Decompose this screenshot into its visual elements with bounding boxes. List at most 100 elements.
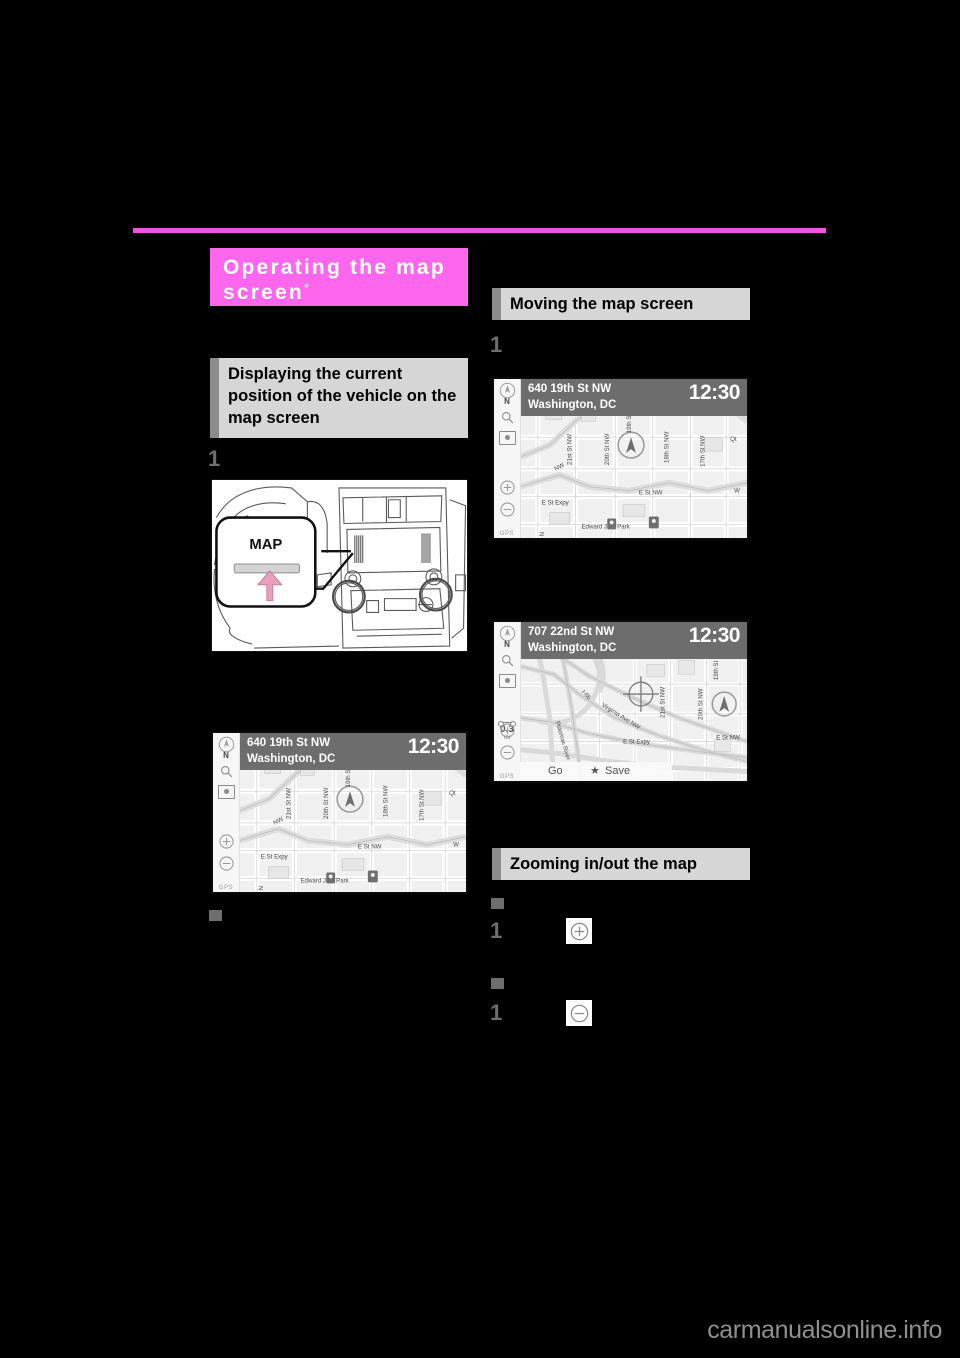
svg-text:MAP: MAP <box>249 537 282 553</box>
svg-text:E St Expy: E St Expy <box>261 854 289 861</box>
map-clock: 12:30 <box>688 624 741 647</box>
search-icon[interactable] <box>213 765 239 781</box>
svg-text:20th St NW: 20th St NW <box>323 787 330 819</box>
step-text-zoom-in-post <box>594 918 750 940</box>
section-heading-text: Zooming in/out the map <box>510 855 697 873</box>
map-header-bar: 707 22nd St NW Washington, DC 12:30 <box>520 622 747 659</box>
search-icon[interactable] <box>494 411 520 427</box>
svg-text:21st St NW: 21st St NW <box>567 434 574 465</box>
map-clock: 12:30 <box>407 735 460 758</box>
map-city: Washington, DC <box>247 753 336 765</box>
map-sidebar-rail: N GPS <box>494 379 521 538</box>
step-text-zoom-out-pre <box>512 1000 560 1022</box>
svg-text:17th St NW: 17th St NW <box>418 789 425 821</box>
svg-text:E St NW: E St NW <box>716 735 740 742</box>
body-text-zoom-in-label <box>512 893 750 913</box>
map-canvas-wrap: e Washington University E St Expy E St N… <box>494 379 747 538</box>
step-text-moving-1 <box>514 333 750 355</box>
zoom-out-button[interactable] <box>494 745 520 763</box>
body-text-left-bullet-1 <box>228 906 468 996</box>
poi-display-icon[interactable] <box>213 785 239 803</box>
zoom-in-button[interactable] <box>494 480 520 498</box>
step-number-zoom-in: 1 <box>490 918 503 943</box>
compass-icon[interactable]: N <box>213 736 239 762</box>
svg-text:E St NW: E St NW <box>358 844 382 851</box>
page-title: Operating the map screen* <box>210 248 468 306</box>
map-canvas-wrap: 1st NW George Washington University E St… <box>494 622 747 781</box>
gps-label: GPS <box>499 774 515 780</box>
step-text-zoom-out-post <box>594 1000 750 1022</box>
map-canvas-wrap: e Washington University E St Expy E St N… <box>213 733 466 892</box>
gps-label: GPS <box>499 531 515 537</box>
poi-display-icon[interactable] <box>494 674 520 692</box>
body-text-zoom-out-label <box>512 973 750 993</box>
step-text-display-1 <box>232 447 468 469</box>
search-icon[interactable] <box>494 654 520 670</box>
compass-icon[interactable]: N <box>494 382 520 408</box>
body-text-moving-map <box>492 550 750 610</box>
map-clock: 12:30 <box>688 381 741 404</box>
compass-north-label: N <box>504 397 510 406</box>
compass-icon[interactable]: N <box>494 625 520 651</box>
step-text-zoom-in-pre <box>512 918 560 940</box>
chapter-rule <box>133 228 826 233</box>
zoom-in-button[interactable] <box>213 834 239 852</box>
bullet-marker-zoom-in <box>491 898 504 909</box>
manual-page: Operating the map screen* Displaying the… <box>0 0 960 1358</box>
bullet-marker-left-1 <box>209 910 222 921</box>
svg-text:Park: Park <box>617 523 631 530</box>
map-address: 640 19th St NW <box>528 383 612 395</box>
map-address: 640 19th St NW <box>247 737 331 749</box>
svg-text:W: W <box>453 842 459 849</box>
poi-display-icon[interactable] <box>494 431 520 449</box>
compass-north-label: N <box>223 751 229 760</box>
zoom-out-button[interactable] <box>494 502 520 520</box>
svg-text:E St Expy: E St Expy <box>623 739 651 746</box>
svg-text:Qt: Qt <box>449 790 456 797</box>
map-sidebar-rail: N 0.3 mi GPS <box>494 622 521 781</box>
go-button[interactable]: Go <box>548 764 563 778</box>
save-button[interactable]: Save <box>605 764 630 778</box>
step-number-zoom-out: 1 <box>490 1000 503 1025</box>
svg-text:17th St NW: 17th St NW <box>699 435 706 467</box>
dashboard-map-button-figure: MAP <box>211 479 468 652</box>
svg-text:20th St NW: 20th St NW <box>604 433 611 465</box>
section-heading-text: Moving the map screen <box>510 295 694 313</box>
bullet-marker-zoom-out <box>491 978 504 989</box>
svg-text:Qt: Qt <box>730 436 737 443</box>
svg-text:Park: Park <box>336 877 350 884</box>
page-title-text: Operating the map screen <box>223 256 446 304</box>
compass-north-label: N <box>504 640 510 649</box>
map-address: 707 22nd St NW <box>528 626 615 638</box>
zoom-in-inline-icon[interactable] <box>566 918 592 944</box>
step-number-moving-1: 1 <box>490 332 503 357</box>
map-screenshot-after-move: 1st NW George Washington University E St… <box>492 620 749 783</box>
svg-text:20th St NW: 20th St NW <box>697 688 704 720</box>
svg-text:21st St NW: 21st St NW <box>660 687 667 718</box>
body-text-display-position <box>210 662 468 722</box>
map-screenshot-current-position: e Washington University E St Expy E St N… <box>211 731 468 894</box>
body-text-after-move <box>492 792 750 840</box>
zoom-in-button[interactable] <box>494 723 520 741</box>
section-heading-text: Displaying the current position of the v… <box>228 365 457 427</box>
svg-text:E St NW: E St NW <box>639 490 663 497</box>
map-screenshot-before-move: e Washington University E St Expy E St N… <box>492 377 749 540</box>
svg-text:18th St NW: 18th St NW <box>383 785 390 817</box>
map-sidebar-rail: N GPS <box>213 733 240 892</box>
zoom-out-button[interactable] <box>213 856 239 874</box>
svg-text:E St Expy: E St Expy <box>542 500 570 507</box>
svg-text:18th St NW: 18th St NW <box>664 431 671 463</box>
svg-text:N: N <box>258 886 265 890</box>
gps-label: GPS <box>218 885 234 891</box>
section-heading-zooming: Zooming in/out the map <box>492 848 750 880</box>
section-heading-display-position: Displaying the current position of the v… <box>210 358 468 438</box>
map-header-bar: 640 19th St NW Washington, DC 12:30 <box>520 379 747 416</box>
star-icon: ★ <box>590 765 600 777</box>
zoom-out-inline-icon[interactable] <box>566 1000 592 1026</box>
footnote-marker: * <box>303 280 309 296</box>
map-city: Washington, DC <box>528 399 617 411</box>
svg-text:21st St NW: 21st St NW <box>286 788 293 819</box>
step-number-display-1: 1 <box>208 446 221 471</box>
svg-text:N: N <box>539 532 546 536</box>
section-heading-moving-map: Moving the map screen <box>492 288 750 320</box>
